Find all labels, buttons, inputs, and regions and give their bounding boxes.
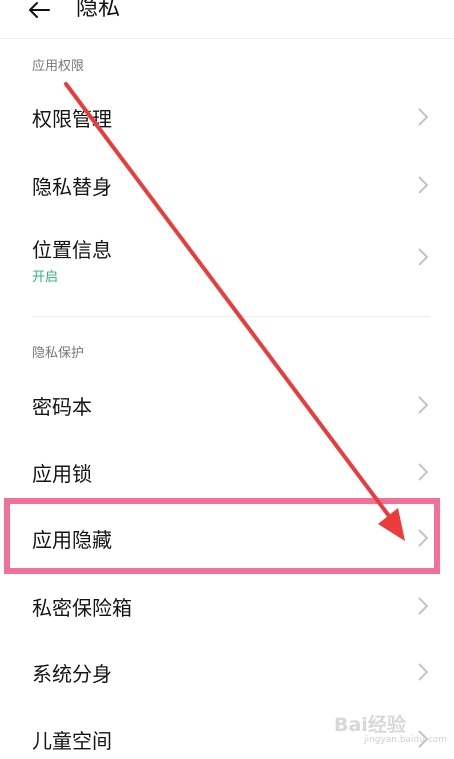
settings-item-label: 私密保险箱 (32, 596, 132, 620)
settings-item-system-clone[interactable]: 系统分身 (0, 643, 454, 699)
settings-item-label: 应用锁 (32, 462, 92, 486)
chevron-right-icon (418, 108, 429, 126)
settings-item-label: 位置信息 (32, 238, 112, 262)
page-title: 隐私 (76, 0, 121, 21)
header-divider (0, 38, 454, 39)
settings-item-label: 密码本 (32, 395, 92, 419)
chevron-right-icon (418, 597, 429, 615)
settings-item-private-safe[interactable]: 私密保险箱 (0, 577, 454, 633)
watermark-url: jingyan.baidu.com (364, 735, 448, 745)
settings-item-password-book[interactable]: 密码本 (0, 376, 454, 432)
settings-item-label: 隐私替身 (32, 175, 112, 199)
section-divider (32, 316, 430, 317)
settings-item-location[interactable]: 位置信息 开启 (0, 222, 454, 292)
chevron-right-icon (418, 176, 429, 194)
chevron-right-icon (418, 663, 429, 681)
baidu-watermark: Bai经验 jingyan.baidu.com (334, 710, 452, 750)
top-bar: 隐私 (0, 0, 454, 38)
back-arrow-icon (29, 2, 50, 18)
back-button[interactable] (22, 0, 56, 24)
chevron-right-icon (418, 396, 429, 414)
chevron-right-icon (418, 248, 429, 266)
settings-item-permission-management[interactable]: 权限管理 (0, 88, 454, 144)
settings-item-privacy-substitute[interactable]: 隐私替身 (0, 156, 454, 212)
section-title-app-permissions: 应用权限 (32, 59, 85, 74)
highlight-box (4, 498, 440, 574)
section-title-privacy-protection: 隐私保护 (32, 346, 85, 361)
chevron-right-icon (418, 463, 429, 481)
location-status-text: 开启 (32, 270, 59, 285)
settings-item-label: 权限管理 (32, 107, 112, 131)
settings-item-label: 儿童空间 (32, 729, 112, 753)
settings-item-label: 系统分身 (32, 662, 112, 686)
watermark-logo: Bai经验 (334, 714, 406, 736)
settings-item-app-lock[interactable]: 应用锁 (0, 443, 454, 499)
